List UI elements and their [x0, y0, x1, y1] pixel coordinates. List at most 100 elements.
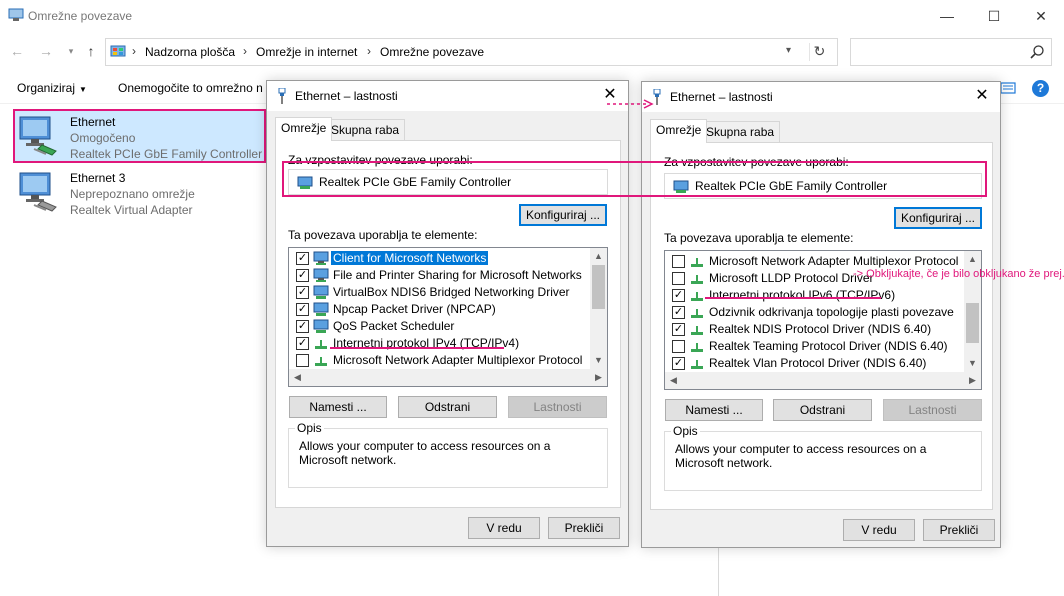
back-arrow-icon[interactable]: ← [8, 42, 26, 60]
tab-sharing[interactable]: Skupna raba [700, 121, 781, 143]
list-item[interactable]: ✓ QoS Packet Scheduler [289, 318, 590, 335]
list-item[interactable]: ✓ VirtualBox NDIS6 Bridged Networking Dri… [289, 284, 590, 301]
driver-icon [313, 285, 329, 300]
scroll-left-icon[interactable]: ◀ [665, 372, 682, 389]
description-title: Opis [671, 424, 700, 438]
checkbox-unchecked[interactable] [672, 255, 685, 268]
breadcrumb-control-panel[interactable]: Nadzorna plošča [145, 45, 235, 59]
window-titlebar: Omrežne povezave — ☐ ✕ [0, 0, 1064, 32]
scroll-up-icon[interactable]: ▲ [964, 251, 981, 268]
list-item[interactable]: ✓ Internetni protokol IPv6 (TCP/IPv6) [665, 287, 964, 304]
checkbox-unchecked[interactable] [296, 354, 309, 367]
description-title: Opis [295, 421, 324, 435]
breadcrumb-network-connections[interactable]: Omrežne povezave [380, 45, 484, 59]
cancel-button[interactable]: Prekliči [548, 517, 620, 539]
uninstall-button[interactable]: Odstrani [773, 399, 872, 421]
list-item[interactable]: ✓ Npcap Packet Driver (NPCAP) [289, 301, 590, 318]
maximize-button[interactable]: ☐ [984, 6, 1004, 26]
up-arrow-icon[interactable]: ↑ [82, 42, 100, 60]
checkbox-checked[interactable]: ✓ [296, 337, 309, 350]
ethernet-adapter-icon [19, 172, 57, 212]
list-item[interactable]: ✓ Internetni protokol IPv4 (TCP/IPv4) [289, 335, 590, 352]
network-connections-icon [8, 8, 24, 21]
horizontal-scrollbar[interactable]: ◀ ▶ [665, 372, 981, 389]
list-item-label: Realtek NDIS Protocol Driver (NDIS 6.40) [709, 322, 932, 336]
list-item[interactable]: ✓ Realtek NDIS Protocol Driver (NDIS 6.40… [665, 321, 964, 338]
pane-divider [718, 540, 719, 596]
cancel-button[interactable]: Prekliči [923, 519, 995, 541]
help-icon[interactable]: ? [1032, 80, 1049, 97]
ethernet-properties-dialog-ipv4: Ethernet – lastnosti ✕ Omrežje Skupna ra… [266, 80, 629, 547]
organize-menu[interactable]: Organiziraj ▼ [17, 81, 87, 95]
checkbox-checked[interactable]: ✓ [296, 303, 309, 316]
checkbox-checked[interactable]: ✓ [296, 269, 309, 282]
list-item-label: Npcap Packet Driver (NPCAP) [333, 302, 496, 316]
horizontal-scrollbar[interactable]: ◀ ▶ [289, 369, 607, 386]
configure-button[interactable]: Konfiguriraj ... [894, 207, 982, 229]
ok-button[interactable]: V redu [468, 517, 540, 539]
uninstall-button[interactable]: Odstrani [398, 396, 497, 418]
vertical-scrollbar[interactable]: ▲ ▼ [590, 248, 607, 369]
address-dropdown-icon[interactable]: ▾ [786, 45, 791, 56]
checkbox-unchecked[interactable] [672, 272, 685, 285]
scroll-right-icon[interactable]: ▶ [590, 369, 607, 386]
configure-button[interactable]: Konfiguriraj ... [519, 204, 607, 226]
forward-arrow-icon[interactable]: → [37, 42, 55, 60]
scroll-thumb[interactable] [966, 303, 979, 343]
scroll-down-icon[interactable]: ▼ [964, 355, 981, 372]
breadcrumb-separator: › [132, 44, 136, 58]
refresh-icon[interactable]: ↻ [809, 43, 829, 61]
checkbox-checked[interactable]: ✓ [672, 289, 685, 302]
dialog-close-button[interactable]: ✕ [972, 86, 992, 106]
list-item[interactable]: ✓ Odzivnik odkrivanja topologije plasti p… [665, 304, 964, 321]
dialog-titlebar: Ethernet – lastnosti ✕ [267, 81, 628, 111]
checkbox-checked[interactable]: ✓ [672, 357, 685, 370]
install-button[interactable]: Namesti ... [289, 396, 387, 418]
protocol-icon [689, 305, 705, 320]
protocol-icon [689, 254, 705, 269]
sharing-icon [313, 268, 329, 283]
tab-network[interactable]: Omrežje [650, 119, 708, 143]
scroll-right-icon[interactable]: ▶ [964, 372, 981, 389]
adapter-ethernet-3[interactable]: Ethernet 3 Neprepoznano omrežje Realtek … [14, 165, 266, 219]
components-list[interactable]: ✓ Client for Microsoft Networks ✓ File and … [288, 247, 608, 387]
checkbox-checked[interactable]: ✓ [296, 320, 309, 333]
protocol-icon [689, 356, 705, 371]
disable-device-button[interactable]: Onemogočite to omrežno n [118, 81, 263, 95]
scroll-left-icon[interactable]: ◀ [289, 369, 306, 386]
checkbox-checked[interactable]: ✓ [296, 286, 309, 299]
dialog-titlebar: Ethernet – lastnosti ✕ [642, 82, 1000, 112]
protocol-icon [689, 288, 705, 303]
install-button[interactable]: Namesti ... [665, 399, 763, 421]
breadcrumb-network-internet[interactable]: Omrežje in internet [256, 45, 357, 59]
recent-chevron-icon[interactable]: ▾ [62, 42, 80, 60]
list-item-label: Client for Microsoft Networks [331, 251, 489, 265]
checkbox-checked[interactable]: ✓ [672, 323, 685, 336]
list-item[interactable]: ✓ File and Printer Sharing for Microsoft … [289, 267, 590, 284]
list-item[interactable]: ✓ Realtek Vlan Protocol Driver (NDIS 6.40… [665, 355, 964, 372]
list-item[interactable]: Realtek Teaming Protocol Driver (NDIS 6.… [665, 338, 964, 355]
annotation-note: -> Obkljukajte, če je bilo obkljukano že… [853, 268, 1064, 280]
dialog-title: Ethernet – lastnosti [295, 89, 398, 103]
tab-sharing[interactable]: Skupna raba [325, 119, 406, 141]
list-item[interactable]: ✓ Client for Microsoft Networks [289, 250, 590, 267]
scroll-down-icon[interactable]: ▼ [590, 352, 607, 369]
list-item-label: QoS Packet Scheduler [333, 319, 455, 333]
checkbox-unchecked[interactable] [672, 340, 685, 353]
tab-network[interactable]: Omrežje [275, 117, 333, 141]
scroll-thumb[interactable] [592, 265, 605, 309]
checkbox-checked[interactable]: ✓ [672, 306, 685, 319]
adapter-status: Neprepoznano omrežje [70, 187, 195, 201]
ok-button[interactable]: V redu [843, 519, 915, 541]
list-item[interactable]: Microsoft Network Adapter Multiplexor Pr… [289, 352, 590, 369]
scroll-up-icon[interactable]: ▲ [590, 248, 607, 265]
view-options-icon[interactable] [1000, 80, 1016, 96]
list-item-label: Internetni protokol IPv6 (TCP/IPv6) [709, 288, 896, 302]
properties-button[interactable]: Lastnosti [883, 399, 982, 421]
properties-button[interactable]: Lastnosti [508, 396, 607, 418]
close-button[interactable]: ✕ [1031, 6, 1051, 26]
search-input[interactable] [850, 38, 1052, 66]
minimize-button[interactable]: — [937, 6, 957, 26]
address-bar[interactable]: › Nadzorna plošča › Omrežje in internet … [105, 38, 838, 66]
checkbox-checked[interactable]: ✓ [296, 252, 309, 265]
